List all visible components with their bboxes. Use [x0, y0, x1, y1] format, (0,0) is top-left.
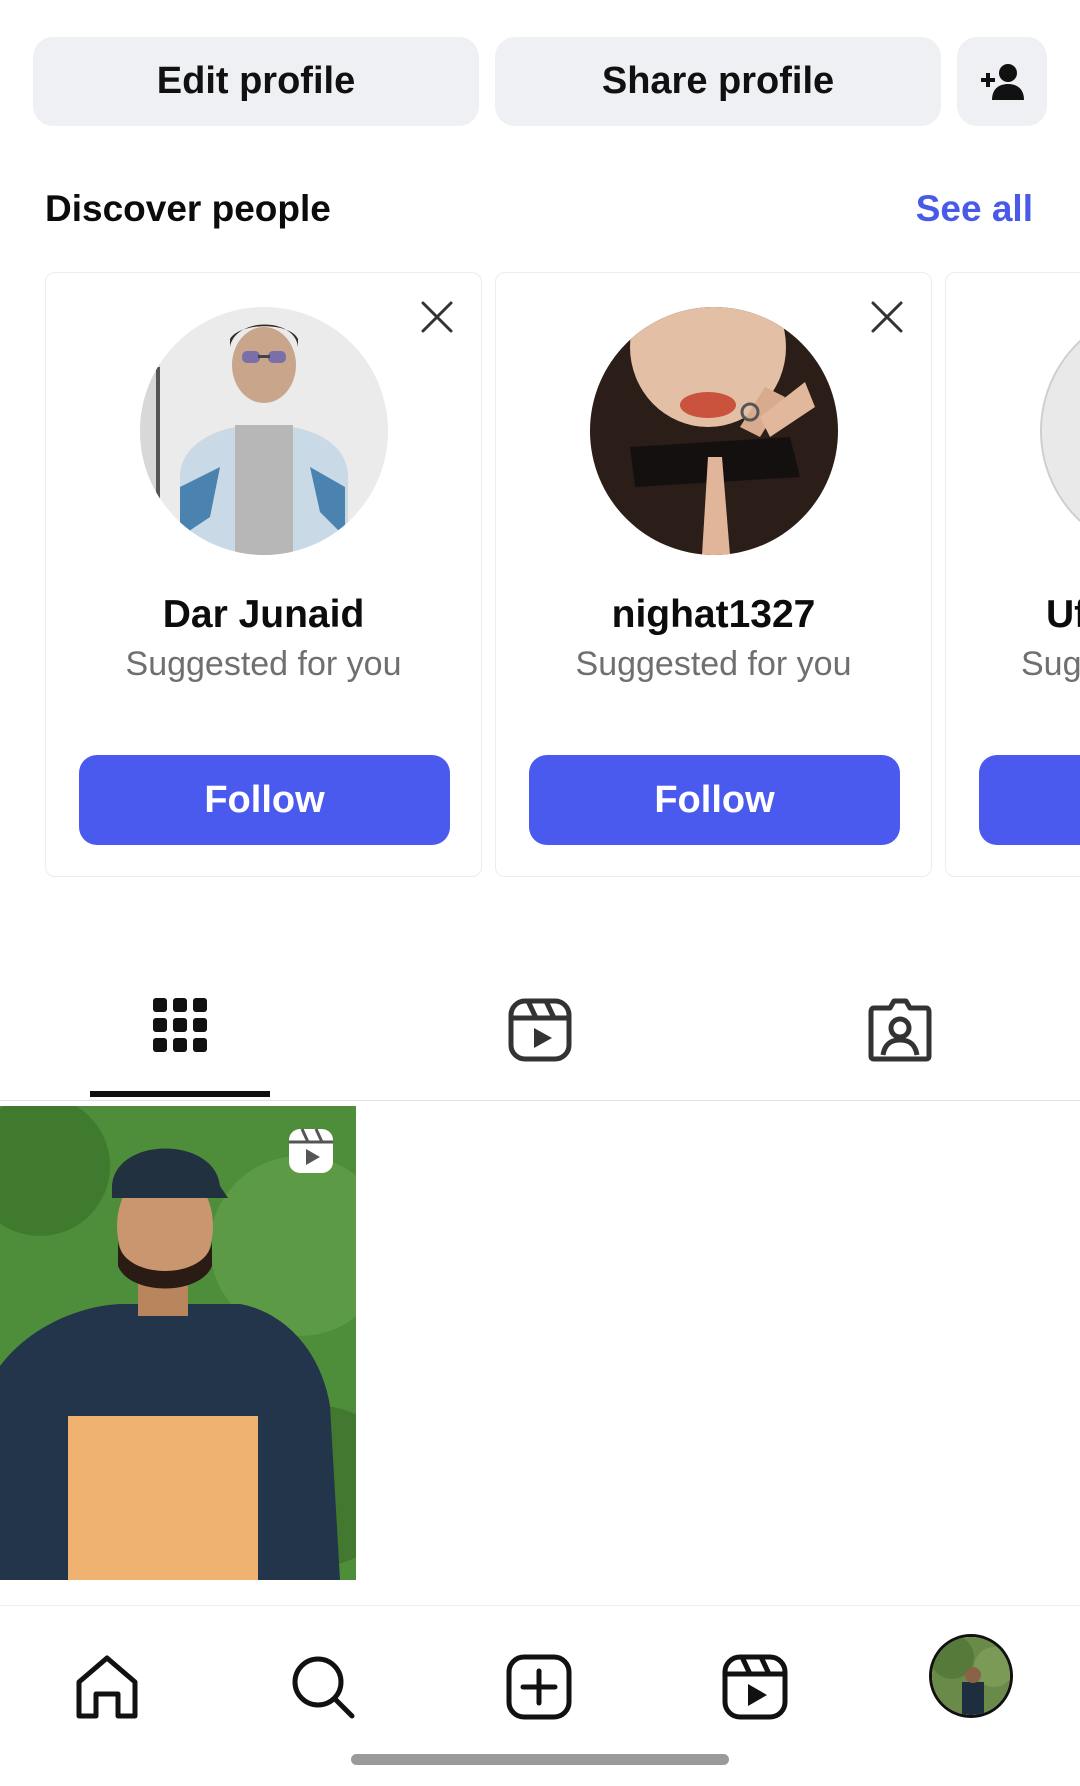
reel-badge-icon [289, 1128, 333, 1173]
follow-button[interactable]: Follow [79, 755, 450, 845]
suggestion-avatar[interactable] [590, 307, 838, 555]
nav-home[interactable] [62, 1642, 152, 1732]
profile-tabs [0, 990, 1080, 1101]
profile-actions: Edit profile Share profile [33, 37, 1047, 126]
reels-icon [508, 998, 572, 1062]
active-tab-indicator [90, 1091, 270, 1097]
suggestion-carousel[interactable]: Dar Junaid Suggested for you Follow nigh… [0, 272, 1080, 879]
avatar-photo [140, 307, 388, 555]
suggestion-name: Dar Junaid [162, 593, 365, 636]
share-profile-button[interactable]: Share profile [495, 37, 941, 126]
edit-profile-button[interactable]: Edit profile [33, 37, 479, 126]
suggestion-subtitle: Suggested for you [125, 645, 402, 683]
tab-reels[interactable] [450, 990, 630, 1100]
create-icon [506, 1654, 572, 1720]
edit-profile-label: Edit profile [156, 60, 356, 102]
follow-button[interactable]: Follow [529, 755, 900, 845]
suggestion-card: Uf Sug [945, 272, 1080, 877]
search-icon [292, 1656, 355, 1719]
nav-search[interactable] [278, 1642, 368, 1732]
suggestion-subtitle: Sug [1021, 645, 1080, 683]
home-icon [76, 1655, 138, 1719]
suggestion-avatar[interactable] [1040, 307, 1080, 555]
reels-icon [722, 1654, 788, 1720]
tab-tagged[interactable] [810, 990, 990, 1100]
dismiss-icon[interactable] [869, 299, 905, 335]
nav-reels[interactable] [710, 1642, 800, 1732]
post-thumbnail[interactable] [0, 1106, 356, 1580]
suggestion-subtitle: Suggested for you [575, 645, 852, 683]
dismiss-icon[interactable] [419, 299, 455, 335]
suggestion-avatar[interactable] [140, 307, 388, 555]
suggestion-card: nighat1327 Suggested for you Follow [495, 272, 932, 877]
tab-posts-grid[interactable] [90, 990, 270, 1100]
nav-profile-avatar[interactable] [929, 1634, 1013, 1718]
person-add-icon [981, 63, 1024, 100]
discover-people-title: Discover people [45, 188, 331, 229]
grid-icon [153, 998, 207, 1052]
suggestion-name: nighat1327 [611, 593, 816, 636]
follow-button[interactable] [979, 755, 1080, 845]
see-all-link[interactable]: See all [916, 188, 1033, 230]
bottom-navigation [0, 1605, 1080, 1786]
profile-avatar-photo [932, 1637, 1010, 1715]
tagged-icon [868, 998, 932, 1062]
share-profile-label: Share profile [601, 60, 835, 102]
add-person-button[interactable] [957, 37, 1047, 126]
nav-create[interactable] [494, 1642, 584, 1732]
avatar-photo [590, 307, 838, 555]
home-indicator [351, 1754, 729, 1765]
suggestion-card: Dar Junaid Suggested for you Follow [45, 272, 482, 877]
post-photo [0, 1106, 356, 1580]
suggestion-name: Uf [1046, 593, 1080, 636]
